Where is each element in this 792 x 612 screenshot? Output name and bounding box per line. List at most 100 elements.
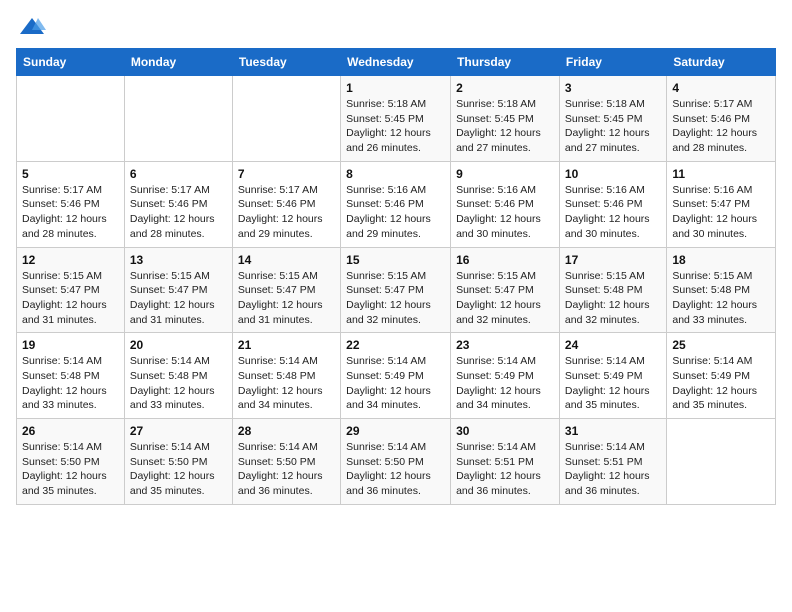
calendar-cell: 17 Sunrise: 5:15 AM Sunset: 5:48 PM Dayli…: [559, 247, 666, 333]
logo-icon: [18, 16, 46, 38]
day-number: 3: [565, 81, 661, 95]
day-number: 10: [565, 167, 661, 181]
day-info: Sunrise: 5:15 AM Sunset: 5:47 PM Dayligh…: [346, 269, 445, 328]
day-number: 30: [456, 424, 554, 438]
calendar-cell: 18 Sunrise: 5:15 AM Sunset: 5:48 PM Dayli…: [667, 247, 776, 333]
calendar-cell: 12 Sunrise: 5:15 AM Sunset: 5:47 PM Dayli…: [17, 247, 125, 333]
day-info: Sunrise: 5:15 AM Sunset: 5:48 PM Dayligh…: [672, 269, 770, 328]
calendar-cell: 31 Sunrise: 5:14 AM Sunset: 5:51 PM Dayli…: [559, 419, 666, 505]
calendar-cell: 1 Sunrise: 5:18 AM Sunset: 5:45 PM Daylig…: [341, 76, 451, 162]
calendar-cell: 20 Sunrise: 5:14 AM Sunset: 5:48 PM Dayli…: [124, 333, 232, 419]
day-number: 8: [346, 167, 445, 181]
calendar-cell: 5 Sunrise: 5:17 AM Sunset: 5:46 PM Daylig…: [17, 161, 125, 247]
calendar-cell: 13 Sunrise: 5:15 AM Sunset: 5:47 PM Dayli…: [124, 247, 232, 333]
calendar-week-row: 5 Sunrise: 5:17 AM Sunset: 5:46 PM Daylig…: [17, 161, 776, 247]
day-info: Sunrise: 5:15 AM Sunset: 5:47 PM Dayligh…: [456, 269, 554, 328]
calendar-cell: 24 Sunrise: 5:14 AM Sunset: 5:49 PM Dayli…: [559, 333, 666, 419]
day-number: 18: [672, 253, 770, 267]
day-number: 15: [346, 253, 445, 267]
day-info: Sunrise: 5:14 AM Sunset: 5:51 PM Dayligh…: [456, 440, 554, 499]
calendar-cell: 22Sunrise: 5:14 AM Sunset: 5:49 PM Dayli…: [341, 333, 451, 419]
calendar-cell: 30 Sunrise: 5:14 AM Sunset: 5:51 PM Dayli…: [451, 419, 560, 505]
day-info: Sunrise: 5:14 AM Sunset: 5:51 PM Dayligh…: [565, 440, 661, 499]
day-number: 24: [565, 338, 661, 352]
calendar-cell: 11 Sunrise: 5:16 AM Sunset: 5:47 PM Dayli…: [667, 161, 776, 247]
calendar-header-row: SundayMondayTuesdayWednesdayThursdayFrid…: [17, 49, 776, 76]
day-header-tuesday: Tuesday: [232, 49, 340, 76]
day-info: Sunrise: 5:14 AM Sunset: 5:50 PM Dayligh…: [346, 440, 445, 499]
calendar-cell: 7Sunrise: 5:17 AM Sunset: 5:46 PM Daylig…: [232, 161, 340, 247]
logo: [16, 16, 46, 38]
day-info: Sunrise: 5:15 AM Sunset: 5:47 PM Dayligh…: [238, 269, 335, 328]
day-number: 21: [238, 338, 335, 352]
day-info: Sunrise: 5:14 AM Sunset: 5:49 PM Dayligh…: [672, 354, 770, 413]
day-number: 22: [346, 338, 445, 352]
calendar-cell: [232, 76, 340, 162]
calendar-week-row: 1 Sunrise: 5:18 AM Sunset: 5:45 PM Daylig…: [17, 76, 776, 162]
day-number: 5: [22, 167, 119, 181]
day-number: 19: [22, 338, 119, 352]
day-number: 14: [238, 253, 335, 267]
calendar-cell: 21 Sunrise: 5:14 AM Sunset: 5:48 PM Dayli…: [232, 333, 340, 419]
calendar-cell: 2 Sunrise: 5:18 AM Sunset: 5:45 PM Daylig…: [451, 76, 560, 162]
calendar-cell: 29Sunrise: 5:14 AM Sunset: 5:50 PM Dayli…: [341, 419, 451, 505]
day-info: Sunrise: 5:15 AM Sunset: 5:47 PM Dayligh…: [130, 269, 227, 328]
day-header-friday: Friday: [559, 49, 666, 76]
day-number: 2: [456, 81, 554, 95]
day-info: Sunrise: 5:16 AM Sunset: 5:46 PM Dayligh…: [346, 183, 445, 242]
day-info: Sunrise: 5:14 AM Sunset: 5:50 PM Dayligh…: [130, 440, 227, 499]
day-number: 20: [130, 338, 227, 352]
day-info: Sunrise: 5:14 AM Sunset: 5:49 PM Dayligh…: [565, 354, 661, 413]
day-info: Sunrise: 5:18 AM Sunset: 5:45 PM Dayligh…: [456, 97, 554, 156]
day-info: Sunrise: 5:14 AM Sunset: 5:48 PM Dayligh…: [238, 354, 335, 413]
calendar-week-row: 26Sunrise: 5:14 AM Sunset: 5:50 PM Dayli…: [17, 419, 776, 505]
day-number: 17: [565, 253, 661, 267]
day-info: Sunrise: 5:14 AM Sunset: 5:48 PM Dayligh…: [130, 354, 227, 413]
calendar-cell: 25 Sunrise: 5:14 AM Sunset: 5:49 PM Dayli…: [667, 333, 776, 419]
day-info: Sunrise: 5:14 AM Sunset: 5:50 PM Dayligh…: [22, 440, 119, 499]
day-number: 13: [130, 253, 227, 267]
calendar-cell: 19Sunrise: 5:14 AM Sunset: 5:48 PM Dayli…: [17, 333, 125, 419]
calendar-cell: 14 Sunrise: 5:15 AM Sunset: 5:47 PM Dayli…: [232, 247, 340, 333]
day-info: Sunrise: 5:15 AM Sunset: 5:48 PM Dayligh…: [565, 269, 661, 328]
day-info: Sunrise: 5:17 AM Sunset: 5:46 PM Dayligh…: [22, 183, 119, 242]
day-header-monday: Monday: [124, 49, 232, 76]
day-info: Sunrise: 5:14 AM Sunset: 5:49 PM Dayligh…: [456, 354, 554, 413]
calendar-cell: 6 Sunrise: 5:17 AM Sunset: 5:46 PM Daylig…: [124, 161, 232, 247]
day-info: Sunrise: 5:15 AM Sunset: 5:47 PM Dayligh…: [22, 269, 119, 328]
day-number: 11: [672, 167, 770, 181]
calendar-cell: 9 Sunrise: 5:16 AM Sunset: 5:46 PM Daylig…: [451, 161, 560, 247]
calendar-cell: 10Sunrise: 5:16 AM Sunset: 5:46 PM Dayli…: [559, 161, 666, 247]
day-number: 27: [130, 424, 227, 438]
day-number: 25: [672, 338, 770, 352]
day-number: 6: [130, 167, 227, 181]
calendar-cell: 23 Sunrise: 5:14 AM Sunset: 5:49 PM Dayli…: [451, 333, 560, 419]
day-header-thursday: Thursday: [451, 49, 560, 76]
day-header-sunday: Sunday: [17, 49, 125, 76]
calendar-cell: 15 Sunrise: 5:15 AM Sunset: 5:47 PM Dayli…: [341, 247, 451, 333]
day-info: Sunrise: 5:18 AM Sunset: 5:45 PM Dayligh…: [346, 97, 445, 156]
day-number: 23: [456, 338, 554, 352]
day-info: Sunrise: 5:16 AM Sunset: 5:47 PM Dayligh…: [672, 183, 770, 242]
day-info: Sunrise: 5:16 AM Sunset: 5:46 PM Dayligh…: [456, 183, 554, 242]
calendar-cell: [17, 76, 125, 162]
day-number: 12: [22, 253, 119, 267]
day-number: 31: [565, 424, 661, 438]
day-number: 1: [346, 81, 445, 95]
calendar-table: SundayMondayTuesdayWednesdayThursdayFrid…: [16, 48, 776, 505]
day-info: Sunrise: 5:14 AM Sunset: 5:50 PM Dayligh…: [238, 440, 335, 499]
day-info: Sunrise: 5:17 AM Sunset: 5:46 PM Dayligh…: [238, 183, 335, 242]
day-number: 4: [672, 81, 770, 95]
day-info: Sunrise: 5:17 AM Sunset: 5:46 PM Dayligh…: [130, 183, 227, 242]
calendar-cell: 3 Sunrise: 5:18 AM Sunset: 5:45 PM Daylig…: [559, 76, 666, 162]
day-info: Sunrise: 5:18 AM Sunset: 5:45 PM Dayligh…: [565, 97, 661, 156]
day-header-saturday: Saturday: [667, 49, 776, 76]
calendar-cell: [124, 76, 232, 162]
calendar-week-row: 12 Sunrise: 5:15 AM Sunset: 5:47 PM Dayli…: [17, 247, 776, 333]
day-info: Sunrise: 5:17 AM Sunset: 5:46 PM Dayligh…: [672, 97, 770, 156]
calendar-cell: 26Sunrise: 5:14 AM Sunset: 5:50 PM Dayli…: [17, 419, 125, 505]
day-number: 9: [456, 167, 554, 181]
calendar-cell: 27 Sunrise: 5:14 AM Sunset: 5:50 PM Dayli…: [124, 419, 232, 505]
day-header-wednesday: Wednesday: [341, 49, 451, 76]
calendar-cell: 16Sunrise: 5:15 AM Sunset: 5:47 PM Dayli…: [451, 247, 560, 333]
